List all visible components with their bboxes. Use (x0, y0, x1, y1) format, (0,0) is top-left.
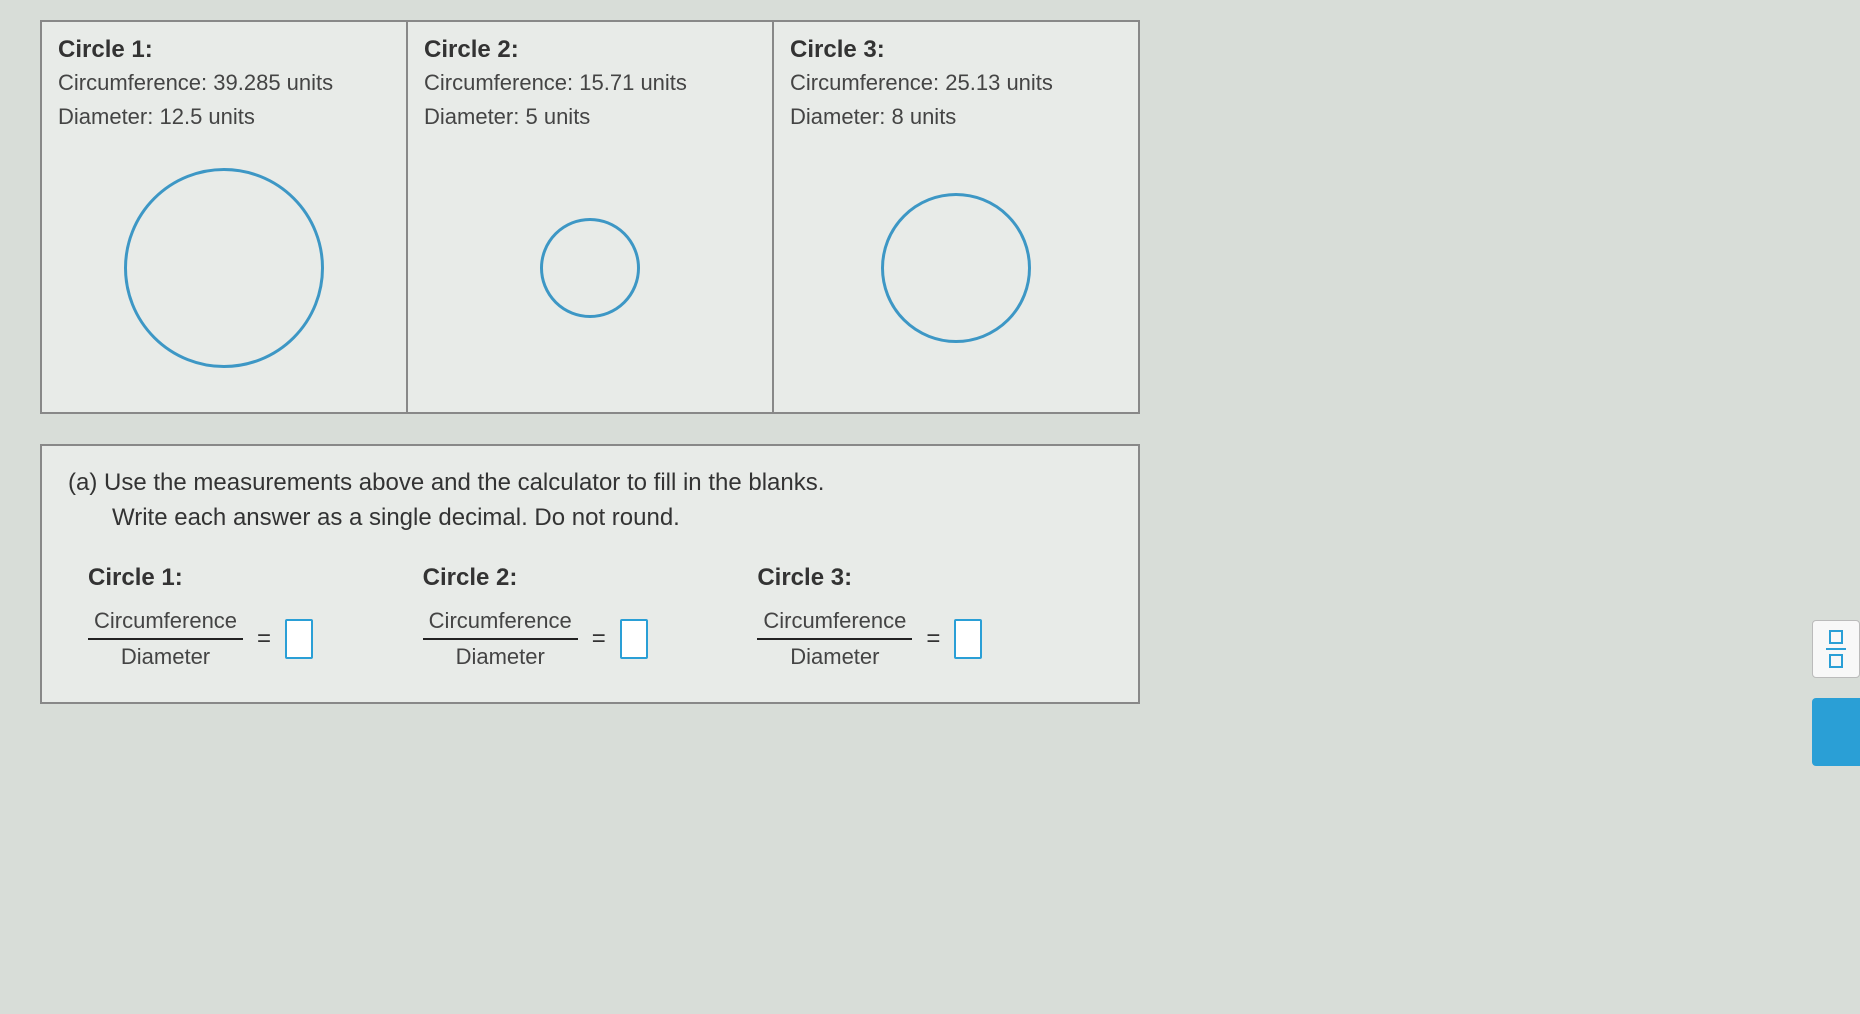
answer-2-fraction: Circumference Diameter (423, 606, 578, 672)
circumference-label: Circumference: (424, 70, 573, 95)
answer-3-fraction-row: Circumference Diameter = (757, 606, 982, 672)
equals-sign: = (257, 625, 271, 653)
next-button[interactable] (1812, 698, 1860, 766)
answer-2-title: Circle 2: (423, 564, 518, 592)
side-tools (1812, 620, 1860, 766)
diameter-value: 12.5 units (159, 104, 254, 129)
question-line1: (a) Use the measurements above and the c… (68, 469, 824, 496)
diameter-label: Diameter: (58, 104, 153, 129)
circle-2-circumference: Circumference: 15.71 units (424, 70, 756, 96)
answer-2-fraction-row: Circumference Diameter = (423, 606, 648, 672)
circle-3-diameter: Diameter: 8 units (790, 104, 1122, 130)
answer-3-title: Circle 3: (757, 564, 852, 592)
question-text: (a) Use the measurements above and the c… (68, 466, 1112, 536)
diameter-label: Diameter: (424, 104, 519, 129)
fraction-bar (423, 638, 578, 640)
circumference-label: Circumference: (58, 70, 207, 95)
circle-1-diameter: Diameter: 12.5 units (58, 104, 390, 130)
circumference-label: Circumference: (790, 70, 939, 95)
answer-1-fraction: Circumference Diameter (88, 606, 243, 672)
circle-2-title: Circle 2: (424, 36, 756, 64)
circle-3-title: Circle 3: (790, 36, 1122, 64)
circle-1-cell: Circle 1: Circumference: 39.285 units Di… (42, 22, 408, 412)
answer-3-fraction: Circumference Diameter (757, 606, 912, 672)
circle-2-cell: Circle 2: Circumference: 15.71 units Dia… (408, 22, 774, 412)
numerator: Circumference (757, 606, 912, 636)
answer-2: Circle 2: Circumference Diameter = (423, 564, 758, 672)
fraction-tool-button[interactable] (1812, 620, 1860, 678)
answer-1-input[interactable] (285, 619, 313, 659)
diameter-label: Diameter: (790, 104, 885, 129)
fraction-tool-num-icon (1829, 630, 1843, 644)
circumference-value: 39.285 units (213, 70, 333, 95)
circle-1-circumference: Circumference: 39.285 units (58, 70, 390, 96)
fraction-tool-den-icon (1829, 654, 1843, 668)
equals-sign: = (926, 625, 940, 653)
circle-1-icon (124, 168, 324, 368)
circle-2-icon (540, 218, 640, 318)
fraction-tool-bar-icon (1826, 648, 1846, 650)
answers-row: Circle 1: Circumference Diameter = Circl… (68, 564, 1112, 672)
answer-3: Circle 3: Circumference Diameter = (757, 564, 1092, 672)
denominator: Diameter (115, 642, 216, 672)
circle-3-icon (881, 193, 1031, 343)
question-box: (a) Use the measurements above and the c… (40, 444, 1140, 704)
circle-2-diameter: Diameter: 5 units (424, 104, 756, 130)
fraction-bar (757, 638, 912, 640)
equals-sign: = (592, 625, 606, 653)
diameter-value: 8 units (891, 104, 956, 129)
circle-2-figure (424, 138, 756, 398)
denominator: Diameter (784, 642, 885, 672)
circle-3-circumference: Circumference: 25.13 units (790, 70, 1122, 96)
circumference-value: 25.13 units (945, 70, 1053, 95)
numerator: Circumference (423, 606, 578, 636)
fraction-bar (88, 638, 243, 640)
question-line2: Write each answer as a single decimal. D… (112, 501, 1112, 536)
diameter-value: 5 units (525, 104, 590, 129)
circle-3-cell: Circle 3: Circumference: 25.13 units Dia… (774, 22, 1138, 412)
answer-3-input[interactable] (954, 619, 982, 659)
answer-1: Circle 1: Circumference Diameter = (88, 564, 423, 672)
numerator: Circumference (88, 606, 243, 636)
circles-table: Circle 1: Circumference: 39.285 units Di… (40, 20, 1140, 414)
circle-1-title: Circle 1: (58, 36, 390, 64)
circumference-value: 15.71 units (579, 70, 687, 95)
answer-1-fraction-row: Circumference Diameter = (88, 606, 313, 672)
denominator: Diameter (450, 642, 551, 672)
circle-1-figure (58, 138, 390, 398)
circle-3-figure (790, 138, 1122, 398)
answer-1-title: Circle 1: (88, 564, 183, 592)
answer-2-input[interactable] (620, 619, 648, 659)
